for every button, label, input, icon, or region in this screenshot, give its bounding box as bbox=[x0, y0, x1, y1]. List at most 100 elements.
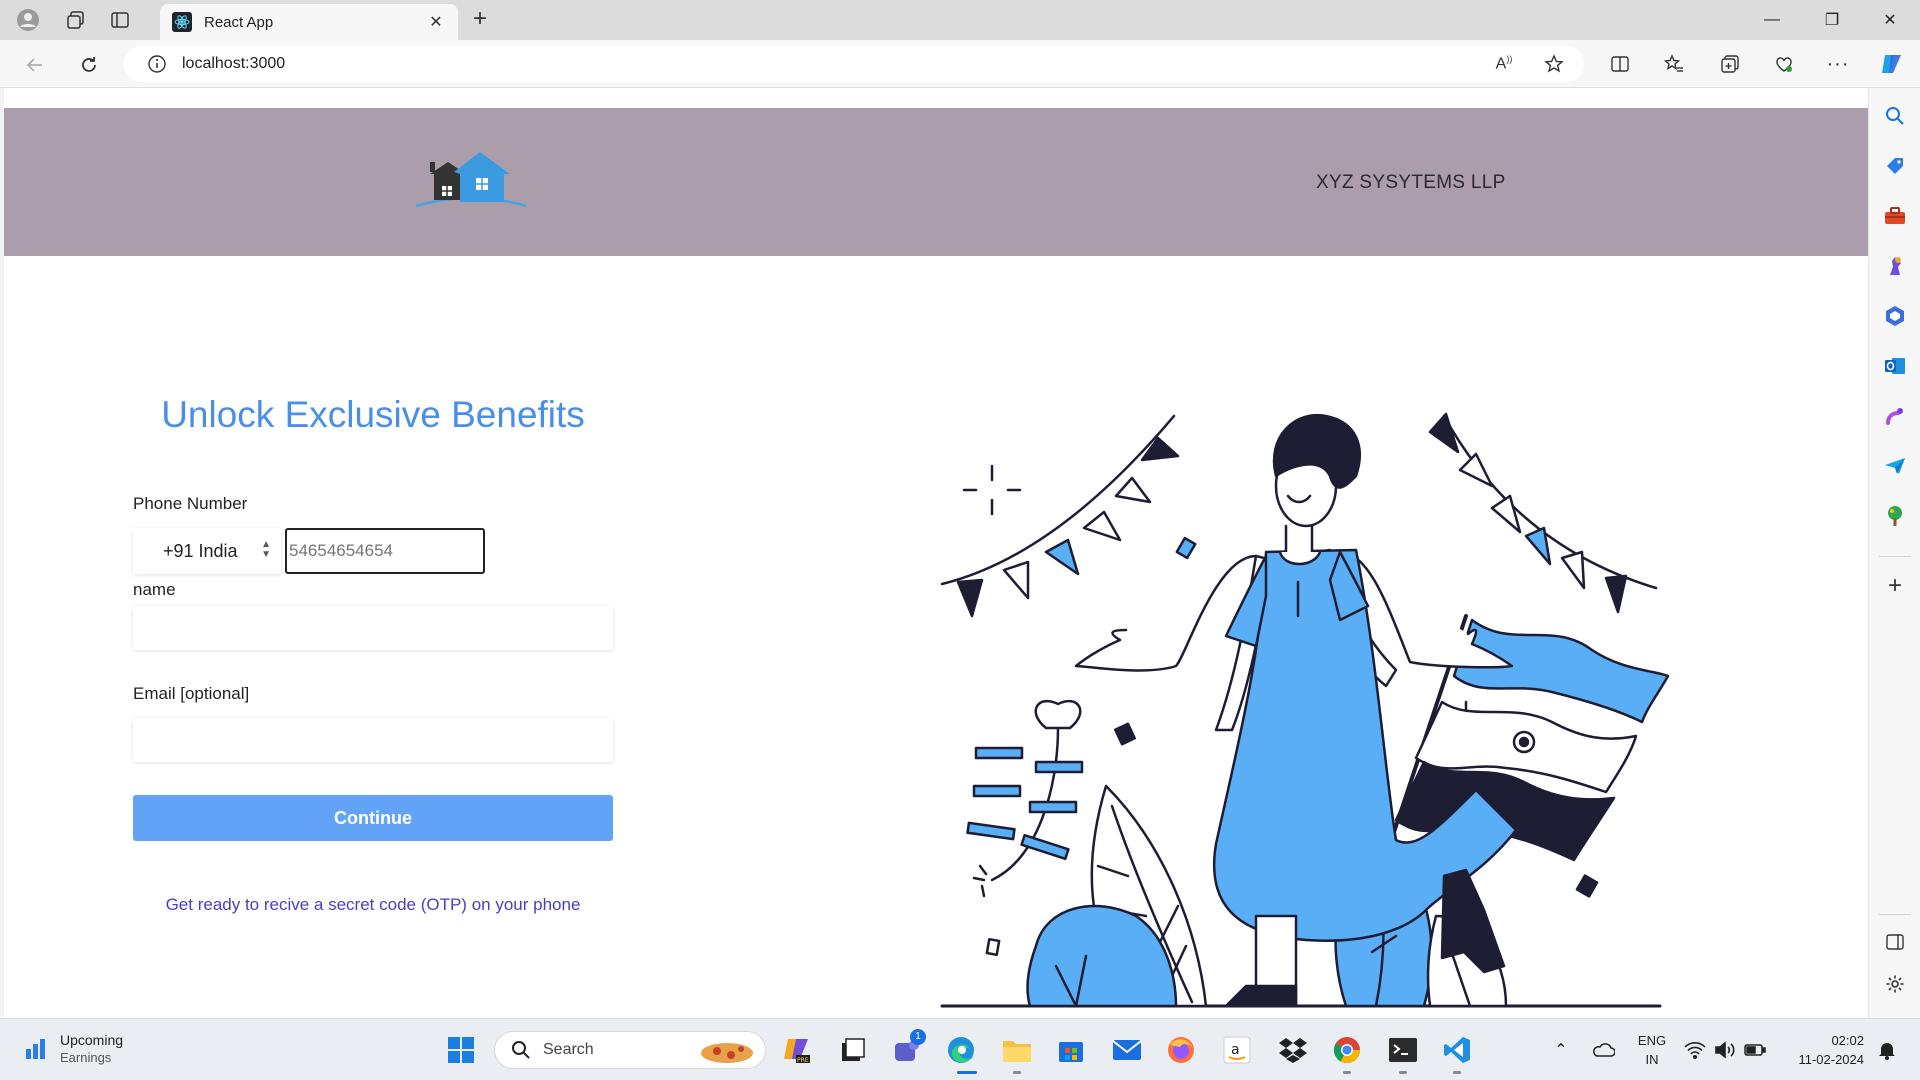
new-tab-button[interactable]: + bbox=[466, 6, 494, 34]
tab-close-icon[interactable]: ✕ bbox=[426, 12, 446, 32]
svg-text:a: a bbox=[1231, 1042, 1240, 1058]
sidebar-add-icon[interactable]: + bbox=[1883, 574, 1907, 598]
minimize-button[interactable]: — bbox=[1744, 0, 1800, 40]
search-icon bbox=[512, 1041, 530, 1059]
teams-icon[interactable]: 1 bbox=[890, 1029, 926, 1067]
sidebar-microsoft365-icon[interactable] bbox=[1883, 304, 1907, 328]
chrome-icon[interactable] bbox=[1330, 1033, 1364, 1067]
browser-tab-bar: React App ✕ + — ❐ ✕ bbox=[0, 0, 1920, 40]
edge-sidebar: + bbox=[1868, 88, 1920, 1018]
split-screen-icon[interactable] bbox=[1606, 50, 1634, 78]
refresh-icon[interactable] bbox=[74, 50, 104, 80]
page-viewport: XYZ SYSYTEMS LLP Unlock Exclusive Benefi… bbox=[4, 88, 1868, 1018]
sidebar-send-icon[interactable] bbox=[1883, 454, 1907, 478]
more-options-icon[interactable]: ··· bbox=[1824, 50, 1852, 78]
task-view-icon[interactable] bbox=[836, 1033, 870, 1067]
name-input[interactable] bbox=[133, 606, 613, 650]
amazon-icon[interactable]: a bbox=[1220, 1033, 1254, 1067]
mail-icon[interactable] bbox=[1110, 1033, 1144, 1067]
read-aloud-icon[interactable]: A)) bbox=[1490, 50, 1518, 78]
svg-text:PRE: PRE bbox=[797, 1057, 809, 1064]
system-clock[interactable]: 02:02 11-02-2024 bbox=[1786, 1031, 1864, 1069]
otp-note: Get ready to recive a secret code (OTP) … bbox=[165, 895, 581, 914]
running-app-indicator bbox=[1453, 1071, 1461, 1074]
pizza-search-highlight-icon bbox=[701, 1043, 753, 1063]
terminal-icon[interactable] bbox=[1386, 1033, 1420, 1067]
email-input[interactable] bbox=[133, 718, 613, 762]
language-code: ENG bbox=[1637, 1033, 1667, 1048]
search-label: Search bbox=[543, 1041, 594, 1058]
phone-label: Phone Number bbox=[133, 494, 248, 513]
email-label: Email [optional] bbox=[133, 684, 250, 703]
house-logo-icon[interactable] bbox=[414, 150, 530, 213]
sidebar-tree-icon[interactable] bbox=[1883, 504, 1907, 528]
browser-essentials-icon[interactable] bbox=[1770, 50, 1798, 78]
tab-actions-icon[interactable] bbox=[106, 6, 134, 34]
sidebar-outlook-icon[interactable] bbox=[1883, 354, 1907, 378]
copilot-preview-icon[interactable]: PRE bbox=[780, 1033, 814, 1067]
sidebar-settings-icon[interactable] bbox=[1883, 972, 1907, 996]
sidebar-hide-icon[interactable] bbox=[1883, 930, 1907, 954]
wifi-icon[interactable] bbox=[1682, 1033, 1708, 1067]
country-code-value: +91 India bbox=[163, 540, 238, 561]
tab-title: React App bbox=[204, 13, 274, 31]
windows-taskbar: Upcoming Earnings Search PRE 1 a ⌃ ENG I… bbox=[0, 1018, 1920, 1080]
site-header: XYZ SYSYTEMS LLP bbox=[4, 108, 1868, 256]
sidebar-shopping-icon[interactable] bbox=[1883, 154, 1907, 178]
profile-icon[interactable] bbox=[14, 6, 42, 34]
celebration-illustration bbox=[936, 356, 1736, 1018]
firefox-icon[interactable] bbox=[1164, 1033, 1198, 1067]
sidebar-divider bbox=[1879, 914, 1911, 915]
country-code-select[interactable]: +91 India ▲ ▼ bbox=[133, 528, 281, 574]
microsoft-store-icon[interactable] bbox=[1054, 1033, 1088, 1067]
clock-time: 02:02 bbox=[1831, 1033, 1864, 1048]
region-code: IN bbox=[1645, 1052, 1659, 1067]
running-app-indicator bbox=[1013, 1071, 1021, 1074]
continue-button[interactable]: Continue bbox=[133, 795, 613, 841]
sidebar-divider bbox=[1879, 556, 1911, 557]
dropbox-icon[interactable] bbox=[1276, 1033, 1310, 1067]
stock-chart-icon bbox=[26, 1039, 45, 1059]
show-hidden-icons-chevron[interactable]: ⌃ bbox=[1546, 1033, 1576, 1067]
running-app-indicator bbox=[1399, 1071, 1407, 1074]
notification-bell-icon[interactable] bbox=[1872, 1033, 1902, 1067]
clock-date: 11-02-2024 bbox=[1798, 1052, 1864, 1067]
name-label: name bbox=[133, 580, 176, 599]
browser-toolbar: localhost:3000 A)) ··· bbox=[0, 40, 1920, 88]
collections-icon[interactable] bbox=[1716, 50, 1744, 78]
address-bar[interactable]: localhost:3000 bbox=[124, 46, 1584, 82]
sidebar-search-icon[interactable] bbox=[1883, 104, 1907, 128]
widget-subtitle: Earnings bbox=[60, 1050, 112, 1065]
onedrive-cloud-icon[interactable] bbox=[1588, 1033, 1618, 1067]
select-arrows-icon: ▲ ▼ bbox=[261, 539, 271, 560]
battery-icon[interactable] bbox=[1742, 1033, 1768, 1067]
sidebar-tools-icon[interactable] bbox=[1883, 204, 1907, 228]
workspaces-icon[interactable] bbox=[62, 6, 90, 34]
language-indicator[interactable]: ENG IN bbox=[1636, 1031, 1668, 1069]
teams-badge: 1 bbox=[910, 1029, 926, 1045]
favorite-star-icon[interactable] bbox=[1540, 50, 1568, 78]
favorites-icon[interactable] bbox=[1660, 50, 1688, 78]
sidebar-games-icon[interactable] bbox=[1883, 254, 1907, 278]
active-app-indicator bbox=[957, 1071, 977, 1074]
page-title: Unlock Exclusive Benefits bbox=[161, 394, 585, 435]
file-explorer-icon[interactable] bbox=[1000, 1033, 1034, 1067]
taskbar-search[interactable]: Search bbox=[494, 1031, 766, 1069]
copilot-icon[interactable] bbox=[1878, 50, 1906, 78]
company-name: XYZ SYSYTEMS LLP bbox=[1316, 172, 1506, 193]
volume-icon[interactable] bbox=[1712, 1033, 1738, 1067]
close-window-button[interactable]: ✕ bbox=[1862, 0, 1918, 40]
url-text: localhost:3000 bbox=[182, 55, 286, 72]
windows-start-icon[interactable] bbox=[444, 1033, 478, 1067]
vscode-icon[interactable] bbox=[1440, 1033, 1474, 1067]
widget-title: Upcoming bbox=[60, 1032, 124, 1048]
widgets-button[interactable]: Upcoming Earnings bbox=[24, 1031, 123, 1067]
react-favicon-icon bbox=[172, 12, 192, 32]
site-info-icon[interactable] bbox=[148, 55, 166, 73]
browser-tab-react-app[interactable]: React App ✕ bbox=[160, 4, 458, 40]
restore-button[interactable]: ❐ bbox=[1804, 0, 1860, 40]
phone-number-input[interactable] bbox=[285, 528, 485, 574]
sidebar-designer-icon[interactable] bbox=[1883, 404, 1907, 428]
back-arrow-icon[interactable] bbox=[20, 50, 50, 80]
edge-browser-icon[interactable] bbox=[944, 1033, 978, 1067]
